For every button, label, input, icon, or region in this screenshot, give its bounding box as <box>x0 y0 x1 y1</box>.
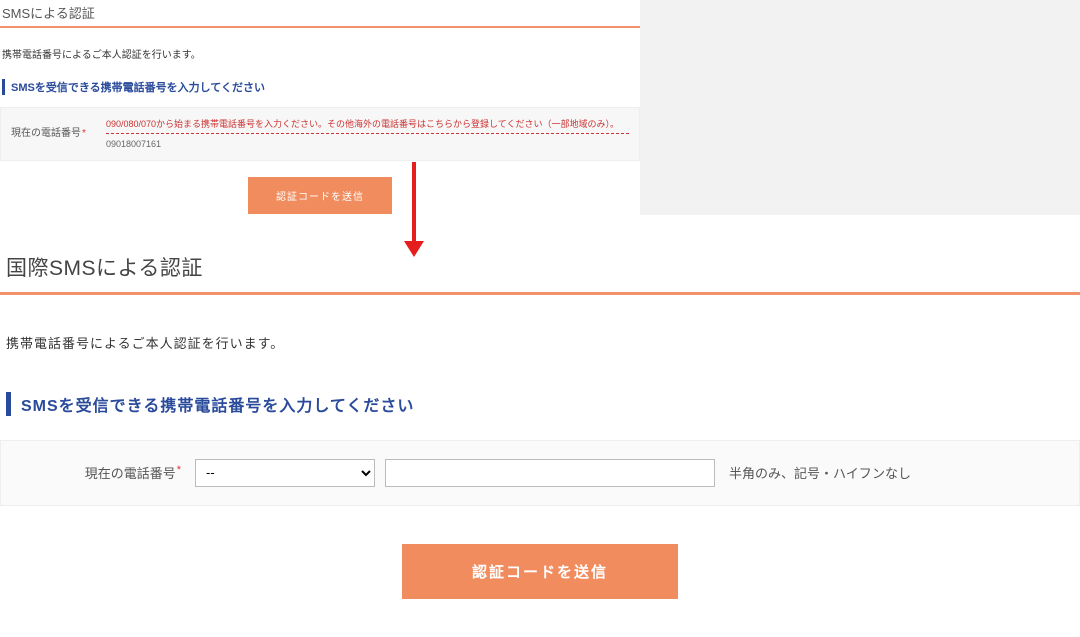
page-title: 国際SMSによる認証 <box>0 252 1080 292</box>
required-mark: * <box>177 464 181 476</box>
required-mark: * <box>82 128 86 139</box>
desc: 携帯電話番号によるご本人認証を行います。 <box>0 295 1080 362</box>
phone-input[interactable] <box>385 459 715 487</box>
phone-rhs-small: 090/080/070から始まる携帯電話番号を入力ください。その他海外の電話番号… <box>106 118 629 152</box>
phone-help-text: 090/080/070から始まる携帯電話番号を入力ください。その他海外の電話番号… <box>106 118 629 132</box>
phone-value-small: 09018007161 <box>106 135 161 149</box>
sms-auth-panel-small: SMSによる認証 携帯電話番号によるご本人認証を行います。 SMSを受信できる携… <box>0 0 640 232</box>
desc-small: 携帯電話番号によるご本人認証を行います。 <box>0 28 640 71</box>
button-row-small: 認証コードを送信 <box>0 161 640 232</box>
phone-formrow-small: 現在の電話番号* 090/080/070から始まる携帯電話番号を入力ください。そ… <box>0 107 640 161</box>
phone-formrow: 現在の電話番号* -- 半角のみ、記号・ハイフンなし <box>0 440 1080 506</box>
send-code-button[interactable]: 認証コードを送信 <box>402 544 678 599</box>
send-code-button-small[interactable]: 認証コードを送信 <box>248 177 392 214</box>
intl-sms-auth-panel: 国際SMSによる認証 携帯電話番号によるご本人認証を行います。 SMSを受信でき… <box>0 252 1080 637</box>
phone-label-small: 現在の電話番号* <box>11 118 106 139</box>
button-row: 認証コードを送信 <box>0 506 1080 637</box>
page-title-small: SMSによる認証 <box>0 0 640 26</box>
right-gray-panel <box>640 0 1080 215</box>
arrow-down-icon <box>404 162 424 257</box>
phone-label-text: 現在の電話番号 <box>85 466 176 481</box>
country-select[interactable]: -- <box>195 459 375 487</box>
subhead: SMSを受信できる携帯電話番号を入力してください <box>6 392 1080 416</box>
subhead-small: SMSを受信できる携帯電話番号を入力してください <box>2 79 640 95</box>
phone-label: 現在の電話番号* <box>15 463 195 482</box>
phone-input-wrap: 090/080/070から始まる携帯電話番号を入力ください。その他海外の電話番号… <box>106 118 629 134</box>
phone-label-text: 現在の電話番号 <box>11 128 81 139</box>
phone-hint: 半角のみ、記号・ハイフンなし <box>729 463 911 482</box>
